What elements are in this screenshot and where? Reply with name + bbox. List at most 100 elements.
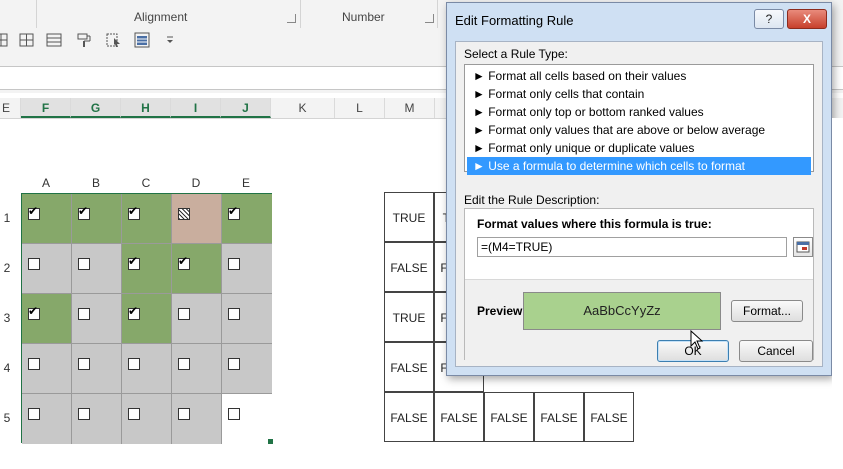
checkbox-grid: ✔ ✔ ✔ ✔ ✔ ✔ ✔ ✔ <box>21 193 272 444</box>
grid-cell[interactable] <box>72 394 122 444</box>
checkmark-icon: ✔ <box>128 204 139 218</box>
column-header[interactable]: F <box>21 98 71 118</box>
cancel-button[interactable]: Cancel <box>739 340 813 362</box>
grid-cell[interactable] <box>122 344 172 394</box>
checkbox[interactable] <box>128 408 140 420</box>
checkbox[interactable] <box>228 358 240 370</box>
alignment-launcher-icon[interactable] <box>287 14 296 23</box>
merge-cells-icon[interactable] <box>46 32 62 48</box>
table-cell[interactable]: FALSE <box>384 392 434 442</box>
borders-icon[interactable] <box>0 32 10 48</box>
rule-type-item[interactable]: ► Format all cells based on their values <box>467 67 811 85</box>
checkbox[interactable]: ✔ <box>128 255 140 270</box>
grid-cell[interactable] <box>72 294 122 344</box>
rule-type-text: Format only values that are above or bel… <box>488 123 766 137</box>
collapse-dialog-icon[interactable] <box>793 237 813 257</box>
checkbox[interactable]: ✔ <box>228 204 240 220</box>
table-cell[interactable]: FALSE <box>484 392 534 442</box>
grid-cell[interactable] <box>172 294 222 344</box>
table-cell[interactable]: FALSE <box>384 342 434 392</box>
table-style-icon[interactable] <box>134 32 150 48</box>
checkmark-icon: ✔ <box>228 204 239 218</box>
checkbox[interactable] <box>128 358 140 370</box>
grid-cell[interactable]: ✔ <box>122 244 172 294</box>
checkbox[interactable] <box>78 258 90 270</box>
rule-type-item[interactable]: ► Format only values that are above or b… <box>467 121 811 139</box>
rule-type-text: Format only top or bottom ranked values <box>488 105 704 119</box>
grid-cell[interactable] <box>72 244 122 294</box>
grid-cell[interactable] <box>122 394 172 444</box>
formula-input[interactable]: =(M4=TRUE) <box>477 237 787 257</box>
grid-cell[interactable] <box>22 344 72 394</box>
checkbox[interactable]: ✔ <box>78 205 90 220</box>
checkbox[interactable]: ✔ <box>128 204 140 220</box>
grid-cell[interactable] <box>72 344 122 394</box>
checkbox[interactable]: ✔ <box>128 305 140 320</box>
grid-cell[interactable] <box>172 194 222 244</box>
column-header[interactable]: H <box>121 98 171 118</box>
rule-type-item-selected[interactable]: ► Use a formula to determine which cells… <box>467 157 811 175</box>
checkbox[interactable] <box>78 308 90 320</box>
table-cell[interactable]: TRUE <box>384 192 434 242</box>
column-header[interactable]: M <box>385 98 435 118</box>
grid-cell[interactable] <box>222 344 272 394</box>
column-header[interactable]: J <box>221 98 271 118</box>
alignment-group-label: Alignment <box>134 10 188 24</box>
grid-cell[interactable]: ✔ <box>122 194 172 244</box>
more-dropdown-icon[interactable] <box>164 34 180 50</box>
column-header[interactable]: I <box>171 98 221 118</box>
grid-col-label: A <box>41 176 50 190</box>
column-header[interactable]: G <box>71 98 121 118</box>
checkbox[interactable] <box>28 358 40 370</box>
rule-type-list[interactable]: ► Format all cells based on their values… <box>464 64 814 175</box>
grid-row-label: 1 <box>3 211 11 225</box>
grid-cell[interactable]: ✔ <box>222 194 272 244</box>
grid-cell[interactable] <box>22 394 72 444</box>
table-cell[interactable]: TRUE <box>384 292 434 342</box>
grid-cell[interactable] <box>172 394 222 444</box>
rule-type-item[interactable]: ► Format only top or bottom ranked value… <box>467 103 811 121</box>
table-cell[interactable]: FALSE <box>534 392 584 442</box>
table-cell[interactable]: FALSE <box>434 392 484 442</box>
fill-handle[interactable] <box>268 439 273 444</box>
format-painter-icon[interactable] <box>76 32 92 48</box>
column-header[interactable]: K <box>271 98 335 118</box>
checkbox[interactable]: ✔ <box>28 205 40 220</box>
checkbox[interactable] <box>178 358 190 370</box>
grid-cell[interactable] <box>222 394 272 444</box>
help-button[interactable]: ? <box>754 9 784 29</box>
grid-cell[interactable]: ✔ <box>22 194 72 244</box>
select-icon[interactable] <box>106 32 122 48</box>
column-header[interactable]: E <box>0 98 21 118</box>
grid-cell[interactable]: ✔ <box>22 294 72 344</box>
rule-type-item[interactable]: ► Format only unique or duplicate values <box>467 139 811 157</box>
dialog-title: Edit Formatting Rule <box>455 13 574 28</box>
checkbox[interactable] <box>228 258 240 270</box>
format-button[interactable]: Format... <box>731 300 803 322</box>
checkbox[interactable] <box>228 408 240 420</box>
checkbox[interactable] <box>28 258 40 270</box>
checkbox[interactable] <box>78 358 90 370</box>
grid-icon[interactable] <box>19 32 35 48</box>
grid-cell[interactable]: ✔ <box>72 194 122 244</box>
grid-cell[interactable]: ✔ <box>122 294 172 344</box>
checkbox[interactable] <box>228 308 240 320</box>
checkbox[interactable]: ✔ <box>28 305 40 320</box>
table-cell[interactable]: FALSE <box>384 242 434 292</box>
grid-cell[interactable] <box>222 294 272 344</box>
checkbox[interactable] <box>178 308 190 320</box>
rule-type-item[interactable]: ► Format only cells that contain <box>467 85 811 103</box>
table-cell[interactable]: FALSE <box>584 392 634 442</box>
checkbox[interactable]: ✔ <box>178 255 190 270</box>
checkbox[interactable] <box>78 408 90 420</box>
checkbox[interactable] <box>28 408 40 420</box>
grid-cell[interactable]: ✔ <box>172 244 222 294</box>
column-header[interactable]: L <box>335 98 385 118</box>
number-launcher-icon[interactable] <box>425 14 434 23</box>
checkbox[interactable] <box>178 208 190 220</box>
close-button[interactable]: X <box>787 9 827 29</box>
checkbox[interactable] <box>178 408 190 420</box>
grid-cell[interactable] <box>172 344 222 394</box>
grid-cell[interactable] <box>222 244 272 294</box>
grid-cell[interactable] <box>22 244 72 294</box>
